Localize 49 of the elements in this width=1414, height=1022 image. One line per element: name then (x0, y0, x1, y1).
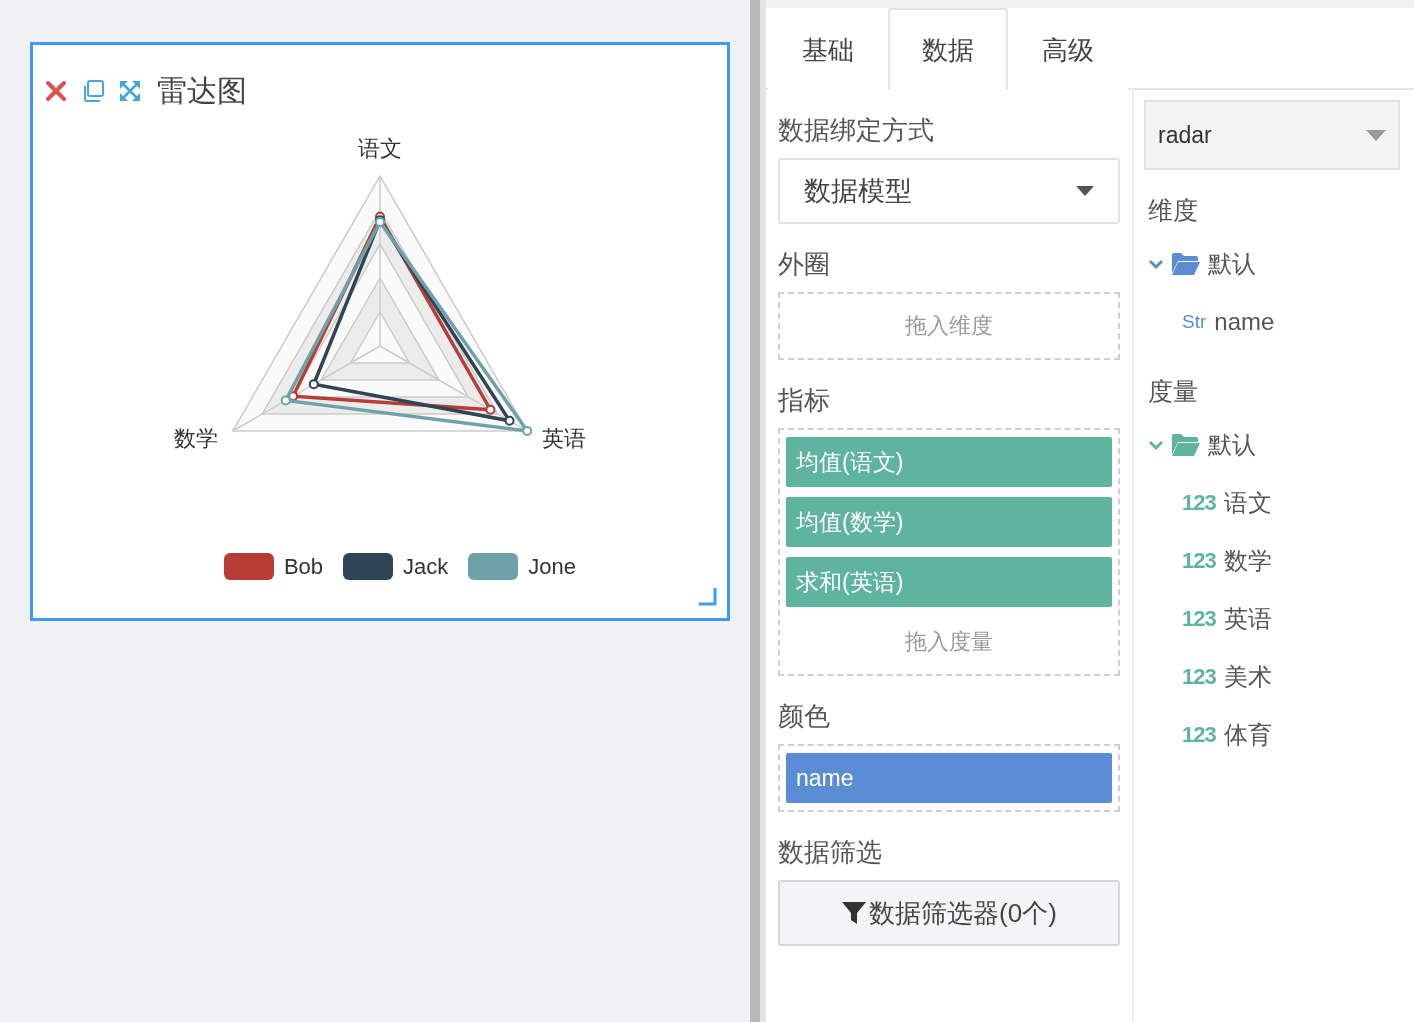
binding-select[interactable]: 数据模型 (778, 158, 1120, 224)
copy-icon[interactable] (81, 79, 105, 103)
caret-icon (1076, 186, 1094, 196)
resize-handle-icon[interactable] (697, 586, 717, 606)
field-name[interactable]: 数学 (1223, 545, 1272, 577)
folder-label[interactable]: 默认 (1208, 248, 1256, 280)
type-tag: 123 (1182, 664, 1216, 690)
chart-title: 雷达图 (157, 72, 247, 109)
section-label: 维度 (1148, 195, 1199, 226)
model-select[interactable]: radar (1144, 100, 1400, 170)
legend-swatch[interactable] (223, 553, 274, 580)
caret-icon (1366, 129, 1386, 141)
type-tag: 123 (1182, 548, 1216, 574)
drop-hint: 拖入维度 (904, 312, 994, 340)
type-tag: 123 (1182, 606, 1216, 632)
section-label: 数据绑定方式 (778, 114, 935, 146)
legend-label[interactable]: Jack (403, 553, 449, 580)
chevron-down-icon[interactable] (1148, 439, 1164, 451)
field-name[interactable]: 语文 (1223, 487, 1272, 519)
type-tag: 123 (1182, 490, 1216, 516)
section-label: 颜色 (778, 700, 831, 732)
section-label: 度量 (1148, 376, 1199, 407)
field-name[interactable]: 体育 (1223, 719, 1272, 751)
folder-label[interactable]: 默认 (1208, 429, 1256, 461)
folder-icon (1172, 434, 1200, 456)
expand-icon[interactable] (119, 80, 141, 102)
section-label: 数据筛选 (778, 836, 883, 868)
folder-icon (1172, 253, 1200, 275)
drop-hint: 拖入度量 (904, 628, 994, 656)
splitter-bar[interactable] (750, 0, 766, 1022)
tab[interactable]: 数据 (888, 8, 1008, 90)
close-icon[interactable] (45, 80, 67, 102)
chevron-down-icon[interactable] (1148, 258, 1164, 270)
legend-label[interactable]: Jone (528, 553, 577, 580)
section-label: 外圈 (778, 248, 831, 280)
axis-label: 语文 (358, 136, 402, 161)
field-name[interactable]: 美术 (1223, 661, 1272, 693)
type-tag: Str (1182, 311, 1207, 333)
legend-label[interactable]: Bob (283, 553, 324, 580)
field-name[interactable]: 英语 (1223, 603, 1272, 635)
section-label: 指标 (778, 384, 831, 416)
axis-label: 数学 (174, 426, 218, 451)
legend-swatch[interactable] (468, 553, 519, 580)
filter-button[interactable]: 数据筛选器(0个) (778, 880, 1120, 946)
field-name[interactable]: name (1214, 308, 1275, 336)
legend-swatch[interactable] (343, 553, 394, 580)
axis-label: 英语 (542, 426, 586, 451)
type-tag: 123 (1182, 722, 1216, 748)
filter-icon (841, 900, 868, 926)
